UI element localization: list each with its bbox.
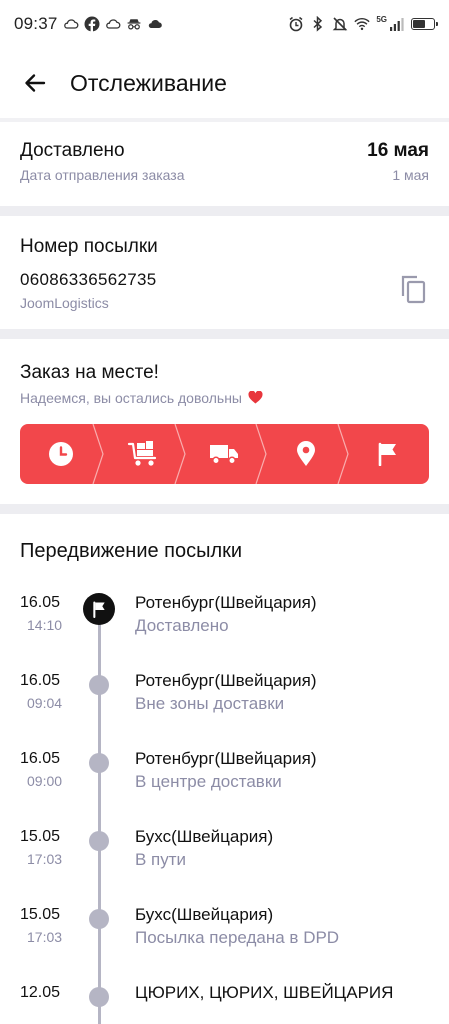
timeline-dot [89, 909, 109, 929]
status-bar: 09:37 5G [0, 0, 449, 48]
clock-icon [48, 442, 73, 466]
event-status: Вне зоны доставки [135, 694, 285, 713]
arrived-section: Заказ на месте! Надеемся, вы остались до… [20, 362, 429, 406]
event-time: 14:10 [27, 617, 63, 633]
timeline-dot-active [83, 593, 115, 625]
delivery-date: 16 мая [367, 140, 429, 161]
cloud-icon [148, 19, 162, 28]
status-left: 09:37 [14, 14, 163, 34]
flag-icon [378, 442, 397, 466]
progress-step-location [265, 424, 349, 484]
section-divider [0, 206, 449, 216]
arrow-left-icon [25, 74, 46, 92]
wifi-icon [354, 18, 370, 31]
status-time: 09:37 [14, 14, 58, 33]
event-place: Ротенбург(Швейцария) [135, 671, 317, 690]
copy-button[interactable] [399, 274, 429, 306]
event-place: Ротенбург(Швейцария) [135, 749, 317, 768]
mute-icon [333, 17, 348, 31]
location-pin-icon [297, 441, 316, 466]
event-status: В центре доставки [135, 772, 282, 791]
incognito-icon [127, 19, 140, 30]
delivery-summary: Доставлено Дата отправления заказа 16 ма… [20, 140, 429, 190]
network-type-label: 5G [376, 14, 387, 24]
event-status: В пути [135, 850, 187, 869]
carrier-name: JoomLogistics [20, 295, 109, 311]
section-divider [0, 504, 449, 514]
event-date: 16.05 [20, 750, 61, 767]
event-time: 09:00 [27, 773, 63, 789]
event-place: Бухс(Швейцария) [135, 905, 274, 924]
timeline-event: 16.05 14:10 Ротенбург(Швейцария) Доставл… [0, 590, 449, 660]
event-place: ЦЮРИХ, ЦЮРИХ, ШВЕЙЦАРИЯ [135, 983, 394, 1002]
event-date: 15.05 [20, 906, 61, 923]
event-date: 15.05 [20, 828, 61, 845]
parcel-number[interactable]: 06086336562735 [20, 270, 429, 290]
timeline-dot [89, 753, 109, 773]
timeline-event: 16.05 09:04 Ротенбург(Швейцария) Вне зон… [0, 668, 449, 738]
progress-step-transit [184, 424, 268, 484]
delivery-progress-bar [20, 424, 429, 484]
cloud-icon [105, 19, 120, 29]
event-time: 09:04 [27, 695, 63, 711]
cloud-icon [63, 19, 78, 29]
progress-step-ordered [20, 424, 104, 484]
header-shadow-divider [0, 118, 449, 122]
warehouse-cart-icon [127, 441, 156, 466]
arrived-subtitle-text: Надеемся, вы остались довольны [20, 390, 242, 406]
event-date: 16.05 [20, 672, 61, 689]
back-button[interactable] [15, 63, 55, 103]
battery-icon [411, 18, 438, 30]
movement-title: Передвижение посылки [20, 540, 243, 562]
event-time: 17:03 [27, 851, 63, 867]
event-time: 17:03 [27, 929, 63, 945]
arrived-title: Заказ на месте! [20, 362, 159, 383]
event-status: Посылка передана в DPD [135, 928, 340, 947]
movement-timeline: 16.05 14:10 Ротенбург(Швейцария) Доставл… [0, 590, 449, 1024]
heart-icon [248, 390, 263, 404]
event-place: Ротенбург(Швейцария) [135, 593, 317, 612]
timeline-event: 15.05 17:03 Бухс(Швейцария) В пути [0, 824, 449, 894]
progress-step-warehouse [102, 424, 186, 484]
event-date: 16.05 [20, 594, 61, 611]
signal-icon [390, 18, 404, 31]
alarm-icon [289, 16, 303, 32]
delivery-status: Доставлено [20, 140, 125, 161]
arrived-subtitle: Надеемся, вы остались довольны [20, 390, 429, 406]
timeline-event: 12.05 ЦЮРИХ, ЦЮРИХ, ШВЕЙЦАРИЯ [0, 980, 449, 1024]
section-divider [0, 329, 449, 339]
event-place: Бухс(Швейцария) [135, 827, 274, 846]
parcel-number-section: Номер посылки 06086336562735 JoomLogisti… [20, 236, 429, 316]
flag-icon [92, 600, 105, 618]
timeline-dot [89, 987, 109, 1007]
timeline-event: 16.05 09:00 Ротенбург(Швейцария) В центр… [0, 746, 449, 816]
delivery-status-sub: Дата отправления заказа [20, 167, 185, 183]
status-right: 5G [288, 14, 438, 32]
progress-step-delivered [347, 424, 429, 484]
event-date: 12.05 [20, 984, 61, 1001]
timeline-event: 15.05 17:03 Бухс(Швейцария) Посылка пере… [0, 902, 449, 972]
event-status: Доставлено [135, 616, 229, 635]
page-title: Отслеживание [70, 69, 227, 96]
parcel-label: Номер посылки [20, 236, 158, 257]
facebook-icon [84, 16, 100, 32]
timeline-dot [89, 831, 109, 851]
truck-icon [210, 445, 239, 465]
copy-icon [401, 275, 426, 304]
app-header: Отслеживание [0, 48, 449, 118]
bluetooth-icon [313, 16, 323, 32]
timeline-dot [89, 675, 109, 695]
ship-date: 1 мая [392, 167, 429, 183]
